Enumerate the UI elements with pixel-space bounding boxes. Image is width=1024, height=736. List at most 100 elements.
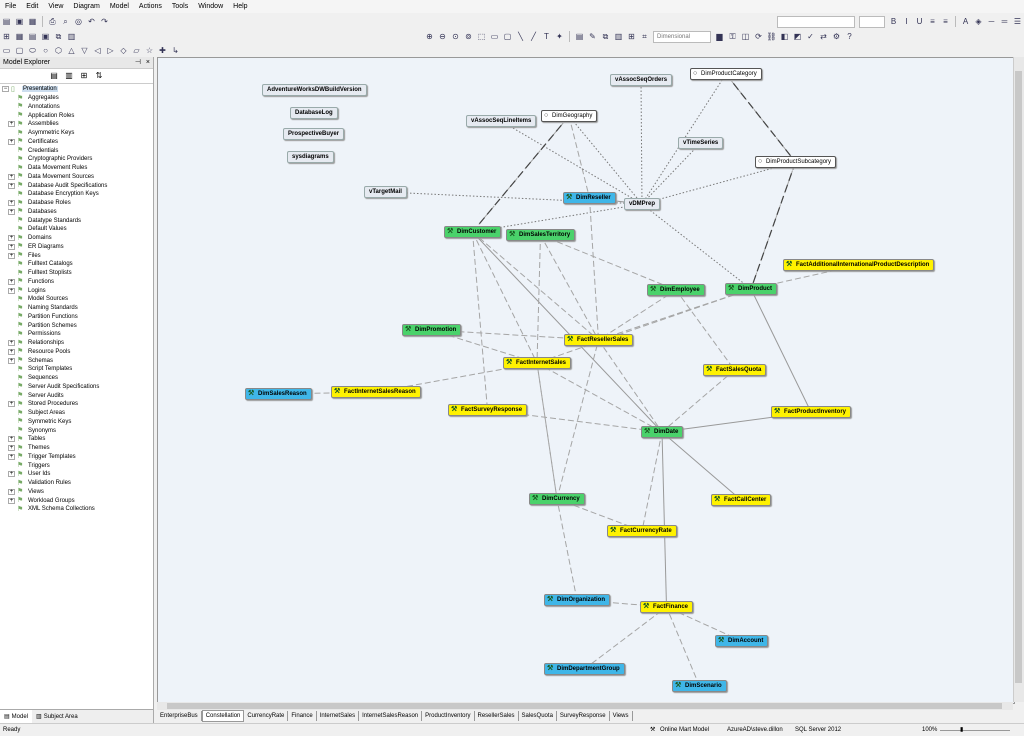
collapse-icon[interactable]: − [2,86,9,93]
entity-database-log[interactable]: DatabaseLog [290,107,338,119]
zoom-thumb-icon[interactable]: ▮ [960,724,963,736]
relationship-icon[interactable]: ╲ [515,31,526,42]
layout-icon[interactable]: ⊞ [1,31,12,42]
lock-icon[interactable]: ⚿ [727,31,738,42]
entity-fact-internet-sales[interactable]: ⚒ FactInternetSales [503,357,572,369]
zoom-area-icon[interactable]: ⊚ [463,31,474,42]
expand-icon[interactable]: + [8,138,15,145]
menu-file[interactable]: File [0,0,21,13]
triangle-right-shape-icon[interactable]: ▷ [105,45,116,56]
relationship-line[interactable] [598,288,752,341]
erwin-icon[interactable]: ◩ [792,31,803,42]
triangle-left-shape-icon[interactable]: ◁ [92,45,103,56]
tree-item[interactable]: + ⚑ Files [2,251,150,260]
menu-diagram[interactable]: Diagram [68,0,104,13]
sort-icon[interactable]: ⇅ [94,71,105,81]
zoom-in-icon[interactable]: ⊕ [424,31,435,42]
bold-icon[interactable]: B [888,16,899,27]
tree-item[interactable]: ⚑ Fulltext Catalogs [2,260,150,269]
entity-tool-icon[interactable]: ▭ [489,31,500,42]
tree-item[interactable]: ⚑ Naming Standards [2,304,150,313]
tree-item[interactable]: + ⚑ User Ids [2,470,150,479]
entity-v-time-series[interactable]: vTimeSeries [678,137,724,149]
tree-item[interactable]: + ⚑ Resource Pools [2,348,150,357]
circle-shape-icon[interactable]: ○ [40,45,51,56]
relationship-line[interactable] [536,288,752,364]
folder-icon[interactable]: ▆ [714,31,725,42]
new-icon[interactable]: ▤ [1,16,12,27]
tree-item[interactable]: ⚑ Sequences [2,374,150,383]
relationship-line[interactable] [540,234,599,341]
relationship-line[interactable] [641,431,663,532]
relationship-line[interactable] [536,234,541,364]
relationship-line[interactable] [598,289,677,341]
tree-item[interactable]: + ⚑ Relationships [2,339,150,348]
tree-item[interactable]: ⚑ Permissions [2,330,150,339]
table-icon[interactable]: ▤ [27,31,38,42]
entity-fact-internet-sales-reason[interactable]: ⚒ FactInternetSalesReason [331,386,421,398]
font-color-icon[interactable]: A [960,16,971,27]
pin-icon[interactable]: ⊣ [135,57,141,68]
menu-view[interactable]: View [43,0,68,13]
zoom-out-icon[interactable]: ⊖ [437,31,448,42]
entity-adventure-works-dwbuild-version[interactable]: AdventureWorksDWBuildVersion [262,84,367,96]
horizontal-scrollbar[interactable] [157,702,1013,710]
entity-dim-product-category[interactable]: ○ DimProductCategory [690,68,762,80]
pin-icon[interactable]: ✦ [554,31,565,42]
hexagon-shape-icon[interactable]: ⬡ [53,45,64,56]
triangle-down-shape-icon[interactable]: ▽ [79,45,90,56]
expand-icon[interactable]: + [8,121,15,128]
entity-dim-department-group[interactable]: ⚒ DimDepartmentGroup [544,663,625,675]
entity-dim-product[interactable]: ⚒ DimProduct [725,283,778,295]
vertical-scrollbar[interactable] [1013,57,1024,702]
entity-fact-product-inventory[interactable]: ⚒ FactProductInventory [771,406,852,418]
tree-item[interactable]: ⚑ Script Templates [2,365,150,374]
underline-icon[interactable]: U [914,16,925,27]
zoom-fit-icon[interactable]: ⊙ [450,31,461,42]
rectangle-shape-icon[interactable]: ▭ [1,45,12,56]
relationship-line[interactable] [568,115,590,199]
expand-icon[interactable]: + [8,200,15,207]
line-style-icon[interactable]: ═ [999,16,1010,27]
relationship-line[interactable] [598,339,663,433]
tree-item[interactable]: + ⚑ Trigger Templates [2,453,150,462]
tree-item[interactable]: ⚑ Credentials [2,146,150,155]
relationship-line[interactable] [661,369,735,433]
grid-icon[interactable]: ▦ [14,31,25,42]
tree-item[interactable]: ⚑ Database Encryption Keys [2,190,150,199]
relationship-line[interactable] [666,606,700,687]
relationship-line[interactable] [536,362,663,433]
tree-item[interactable]: ⚑ Server Audits [2,391,150,400]
properties-icon[interactable]: ▤ [574,31,585,42]
entity-fact-call-center[interactable]: ⚒ FactCallCenter [711,494,772,506]
view-tool-icon[interactable]: ▢ [502,31,513,42]
tree-item[interactable]: ⚑ Partition Schemes [2,321,150,330]
tree-item[interactable]: + ⚑ Databases [2,208,150,217]
tree-item[interactable]: ⚑ Server Audit Specifications [2,383,150,392]
relationship-line[interactable] [640,79,643,205]
diagram-canvas[interactable]: AdventureWorksDWBuildVersion DatabaseLog P… [157,57,1015,704]
ellipse-shape-icon[interactable]: ⬭ [27,45,38,56]
expand-icon[interactable]: + [8,340,15,347]
entity-dim-organization[interactable]: ⚒ DimOrganization [544,594,611,606]
tab-currencyrate[interactable]: CurrencyRate [244,711,289,721]
expand-icon[interactable]: + [8,348,15,355]
triangle-up-shape-icon[interactable]: △ [66,45,77,56]
align-left-icon[interactable]: ≡ [927,16,938,27]
relationship-line[interactable] [472,231,663,433]
undo-icon[interactable]: ↶ [86,16,97,27]
tab-internetsales[interactable]: InternetSales [317,711,360,721]
entity-dim-account[interactable]: ⚒ DimAccount [715,635,769,647]
tree-item[interactable]: + ⚑ Tables [2,435,150,444]
print-icon[interactable]: ⎙ [47,16,58,27]
tab-model[interactable]: ▤ Model [0,710,33,723]
tab-productinventory[interactable]: ProductInventory [422,711,475,721]
line-color-icon[interactable]: ─ [986,16,997,27]
hierarchy-icon[interactable]: ⊞ [79,71,90,81]
relationship-line[interactable] [556,498,578,601]
tree-item[interactable]: ⚑ Synonyms [2,426,150,435]
tree-item[interactable]: + ⚑ ER Diagrams [2,243,150,252]
tree-item[interactable]: + ⚑ Themes [2,444,150,453]
tree-item[interactable]: ⚑ Datatype Standards [2,216,150,225]
expand-icon[interactable]: + [8,208,15,215]
